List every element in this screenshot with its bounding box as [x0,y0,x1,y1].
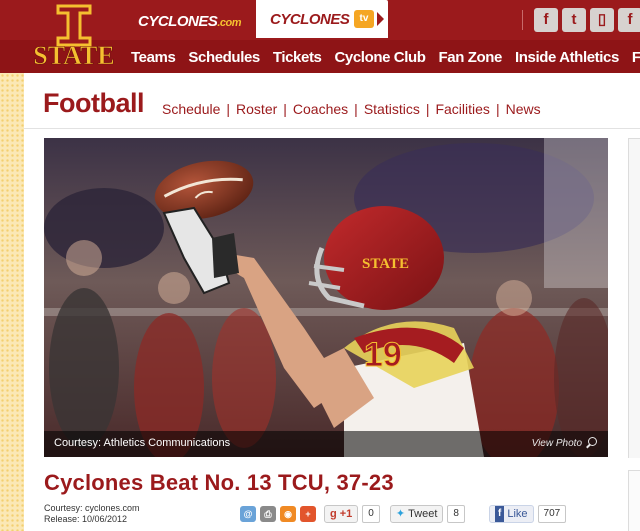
tab-cyclones-com-label: CYCLONES [138,13,218,30]
tweet-label: Tweet [408,508,438,520]
featured-photo[interactable]: 19 STATE Courtesy: Athletics Communicati… [44,138,608,457]
tweet-button[interactable]: ✦ Tweet [389,505,444,523]
article-release-date: Release: 10/06/2012 [44,514,128,524]
tab-cyclones-com[interactable]: CYCLONES.com [128,8,254,36]
mobile-icon[interactable]: ▯ [590,8,614,32]
subnav-divider: | [425,101,430,117]
twitter-bird-icon: ✦ [395,508,406,520]
share-bar: @ ⎙ ◉ + g +1 0 ✦ Tweet 8 f Like 707 [240,504,567,524]
social-links: f t ▯ f [522,8,640,32]
subnav-divider: | [226,101,231,117]
nav-item-facilities[interactable]: Facilities [632,47,640,69]
facebook-like-icon: f [494,506,505,522]
decorative-pattern-strip [0,73,24,531]
arrow-right-icon [377,12,384,26]
subnav-divider: | [495,101,500,117]
jersey-number: 19 [364,336,402,374]
view-photo-link[interactable]: View Photo [532,437,598,449]
tab-cyclones-tv[interactable]: CYCLONES tv [256,0,388,38]
subnav-divider: | [354,101,358,117]
divider [24,128,640,129]
helmet-logo-text: STATE [362,256,409,272]
view-photo-label: View Photo [531,437,582,449]
subnav-roster[interactable]: Roster [236,101,277,117]
nav-item-schedules[interactable]: Schedules [188,47,260,69]
tab-cyclones-com-suffix: .com [217,17,242,29]
flickr-icon[interactable]: f [534,8,558,32]
share-plus-icon[interactable]: + [300,506,316,522]
tv-icon: tv [354,10,374,28]
site-header: STATE CYCLONES.com CYCLONES tv f t ▯ f T… [0,0,640,73]
photo-caption: Courtesy: Athletics Communications [54,437,231,449]
tweet-count: 8 [447,505,465,523]
email-icon[interactable]: @ [240,506,256,522]
social-divider [522,10,523,30]
page-title: Football [43,88,144,118]
article-courtesy: Courtesy: cyclones.com [44,503,140,513]
google-plus-icon: g [330,508,337,520]
google-plus-one-button[interactable]: g +1 [324,505,359,523]
football-catch-image: 19 STATE [44,138,608,457]
tab-cyclones-tv-label: CYCLONES [270,11,350,28]
rss-icon[interactable]: ◉ [280,506,296,522]
google-plus-count: 0 [362,505,380,523]
nav-item-teams[interactable]: Teams [131,47,176,69]
subnav-news[interactable]: News [506,101,541,117]
subnav-divider: | [283,101,287,117]
magnifier-icon [586,437,598,449]
print-icon[interactable]: ⎙ [260,506,276,522]
subnav-statistics[interactable]: Statistics [364,101,420,117]
photo-caption-bar: Courtesy: Athletics Communications View … [44,431,608,457]
article-meta: Courtesy: cyclones.com Release: 10/06/20… [44,503,140,525]
facebook-like-count: 707 [537,505,567,523]
nav-item-fan-zone[interactable]: Fan Zone [439,47,503,69]
subnav-coaches[interactable]: Coaches [293,101,348,117]
subnav-schedule[interactable]: Schedule [162,101,220,117]
logo-text: STATE [33,41,114,70]
main-nav: Teams Schedules Tickets Cyclone Club Fan… [131,47,640,69]
facebook-icon[interactable]: f [618,8,640,32]
article-headline: Cyclones Beat No. 13 TCU, 37-23 [44,470,394,495]
sidebar-panel [628,138,640,458]
subnav-facilities[interactable]: Facilities [435,101,489,117]
sport-subnav: Schedule | Roster | Coaches | Statistics… [162,101,541,117]
facebook-like-label: Like [507,508,528,520]
google-plus-label: +1 [339,508,353,520]
nav-item-inside-athletics[interactable]: Inside Athletics [515,47,619,69]
isu-logo[interactable]: STATE [28,4,120,70]
nav-item-tickets[interactable]: Tickets [273,47,322,69]
nav-item-cyclone-club[interactable]: Cyclone Club [334,47,425,69]
sidebar-panel [628,470,640,531]
facebook-like-button[interactable]: f Like [488,505,534,523]
twitter-icon[interactable]: t [562,8,586,32]
